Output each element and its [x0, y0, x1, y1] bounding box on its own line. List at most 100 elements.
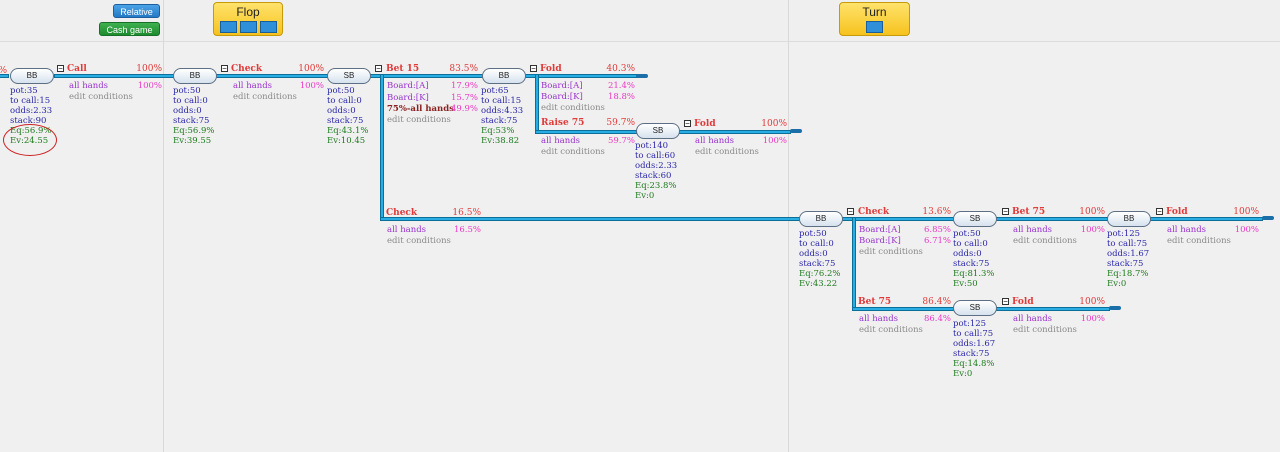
- odds-stat: odds:1.67: [953, 339, 996, 349]
- edit-conditions-link[interactable]: edit conditions: [859, 325, 923, 335]
- turn-label: Turn: [862, 5, 887, 19]
- fold-endcap: [790, 129, 802, 133]
- collapse-toggle[interactable]: −: [530, 65, 537, 73]
- action-fold-label[interactable]: Fold: [1012, 297, 1034, 307]
- node-bb-vs-bet[interactable]: BB: [482, 68, 526, 84]
- ev-stat: Ev:0: [1107, 279, 1127, 289]
- condition-all-hands[interactable]: all hands: [69, 81, 108, 91]
- action-fold-label[interactable]: Fold: [1166, 207, 1188, 217]
- collapse-toggle[interactable]: −: [57, 65, 64, 73]
- edit-conditions-link[interactable]: edit conditions: [541, 147, 605, 157]
- condition-board-a[interactable]: Board:[A]: [859, 225, 901, 235]
- condition-pct: 100%: [762, 136, 787, 146]
- root-node-bb[interactable]: BB: [10, 68, 54, 84]
- action-check-label[interactable]: Check: [386, 208, 417, 218]
- condition-pct: 6.71%: [923, 236, 951, 246]
- node-bb-vs-bet75[interactable]: BB: [1107, 211, 1151, 227]
- turn-street-button[interactable]: Turn: [839, 2, 910, 36]
- to-call-stat: to call:0: [953, 239, 988, 249]
- node-stats: pot:50 to call:0 odds:0 stack:75 Eq:81.3…: [953, 229, 995, 289]
- action-bet75-label[interactable]: Bet 75: [1012, 207, 1045, 217]
- edit-conditions-link[interactable]: edit conditions: [1013, 236, 1077, 246]
- edit-conditions-link[interactable]: edit conditions: [1013, 325, 1077, 335]
- ev-stat: Ev:0: [635, 191, 655, 201]
- flop-street-button[interactable]: Flop: [213, 2, 283, 36]
- odds-stat: odds:1.67: [1107, 249, 1150, 259]
- edit-conditions-link[interactable]: edit conditions: [387, 236, 451, 246]
- node-sb-flop[interactable]: SB: [327, 68, 371, 84]
- tree-edge: [371, 75, 482, 77]
- condition-board-a[interactable]: Board:[A]: [541, 81, 583, 91]
- condition-all-hands[interactable]: all hands: [859, 314, 898, 324]
- action-bet15-pct: 83.5%: [449, 64, 478, 74]
- action-check-label[interactable]: Check: [231, 64, 262, 74]
- cash-game-button[interactable]: Cash game: [99, 22, 160, 36]
- node-sb-vs-raise[interactable]: SB: [636, 123, 680, 139]
- edit-conditions-link[interactable]: edit conditions: [233, 92, 297, 102]
- odds-stat: odds:0: [327, 106, 356, 116]
- ev-stat: Ev:43.22: [799, 279, 838, 289]
- tree-edge: [217, 75, 327, 77]
- card-slot[interactable]: [239, 21, 257, 33]
- node-sb-turn[interactable]: SB: [953, 211, 997, 227]
- collapse-toggle[interactable]: −: [684, 120, 691, 128]
- action-fold-label[interactable]: Fold: [694, 119, 716, 129]
- edit-conditions-link[interactable]: edit conditions: [541, 103, 605, 113]
- collapse-toggle[interactable]: −: [1002, 208, 1009, 216]
- action-fold-pct: 100%: [761, 119, 787, 129]
- condition-all-hands[interactable]: all hands: [695, 136, 734, 146]
- action-check-label[interactable]: Check: [858, 207, 889, 217]
- collapse-toggle[interactable]: −: [221, 65, 228, 73]
- collapse-toggle[interactable]: −: [1156, 208, 1163, 216]
- condition-all-hands[interactable]: all hands: [541, 136, 580, 146]
- action-bet75-label[interactable]: Bet 75: [858, 297, 891, 307]
- edit-conditions-link[interactable]: edit conditions: [387, 115, 451, 125]
- edit-conditions-link[interactable]: edit conditions: [69, 92, 133, 102]
- condition-pct: 17.9%: [450, 81, 478, 91]
- equity-stat: Eq:81.3%: [953, 269, 995, 279]
- condition-all-hands[interactable]: all hands: [387, 225, 426, 235]
- condition-pct: 21.4%: [607, 81, 635, 91]
- ev-stat: Ev:10.45: [327, 136, 366, 146]
- action-fold-pct: 100%: [1233, 207, 1259, 217]
- edit-conditions-link[interactable]: edit conditions: [859, 247, 923, 257]
- condition-pct: 15.7%: [450, 93, 478, 103]
- edit-conditions-link[interactable]: edit conditions: [1167, 236, 1231, 246]
- node-bb-flop[interactable]: BB: [173, 68, 217, 84]
- condition-board-k[interactable]: Board:[K]: [541, 92, 583, 102]
- condition-board-k[interactable]: Board:[K]: [387, 93, 429, 103]
- condition-board-a[interactable]: Board:[A]: [387, 81, 429, 91]
- to-call-stat: to call:0: [799, 239, 834, 249]
- action-fold-label[interactable]: Fold: [540, 64, 562, 74]
- odds-stat: odds:2.33: [635, 161, 678, 171]
- condition-all-hands[interactable]: all hands: [233, 81, 272, 91]
- condition-pct: 49.9%: [450, 104, 478, 114]
- node-bb-turn[interactable]: BB: [799, 211, 843, 227]
- equity-stat: Eq:43.1%: [327, 126, 369, 136]
- collapse-toggle[interactable]: −: [1002, 298, 1009, 306]
- fold-endcap: [1109, 306, 1121, 310]
- edit-conditions-link[interactable]: edit conditions: [695, 147, 759, 157]
- card-slot[interactable]: [219, 21, 237, 33]
- node-stats: pot:50 to call:0 odds:0 stack:75 Eq:76.2…: [799, 229, 841, 289]
- tree-edge: [536, 131, 636, 133]
- condition-all-hands[interactable]: all hands: [1167, 225, 1206, 235]
- tree-edge: [853, 308, 953, 310]
- action-call-label[interactable]: Call: [67, 64, 87, 74]
- tree-edge: [1151, 218, 1262, 220]
- condition-all-hands[interactable]: all hands: [1013, 314, 1052, 324]
- action-fold-pct: 100%: [1079, 297, 1105, 307]
- card-slot[interactable]: [259, 21, 277, 33]
- action-raise75-label[interactable]: Raise 75: [541, 118, 584, 128]
- action-check-pct: 100%: [298, 64, 324, 74]
- card-slot[interactable]: [866, 21, 883, 33]
- node-sb-vs-bet75[interactable]: SB: [953, 300, 997, 316]
- collapse-toggle[interactable]: −: [375, 65, 382, 73]
- action-bet15-label[interactable]: Bet 15: [386, 64, 419, 74]
- collapse-toggle[interactable]: −: [847, 208, 854, 216]
- pot-stat: pot:35: [10, 86, 38, 96]
- condition-pct: 59.7%: [607, 136, 635, 146]
- condition-board-k[interactable]: Board:[K]: [859, 236, 901, 246]
- condition-all-hands[interactable]: all hands: [1013, 225, 1052, 235]
- relative-button[interactable]: Relative: [113, 4, 160, 18]
